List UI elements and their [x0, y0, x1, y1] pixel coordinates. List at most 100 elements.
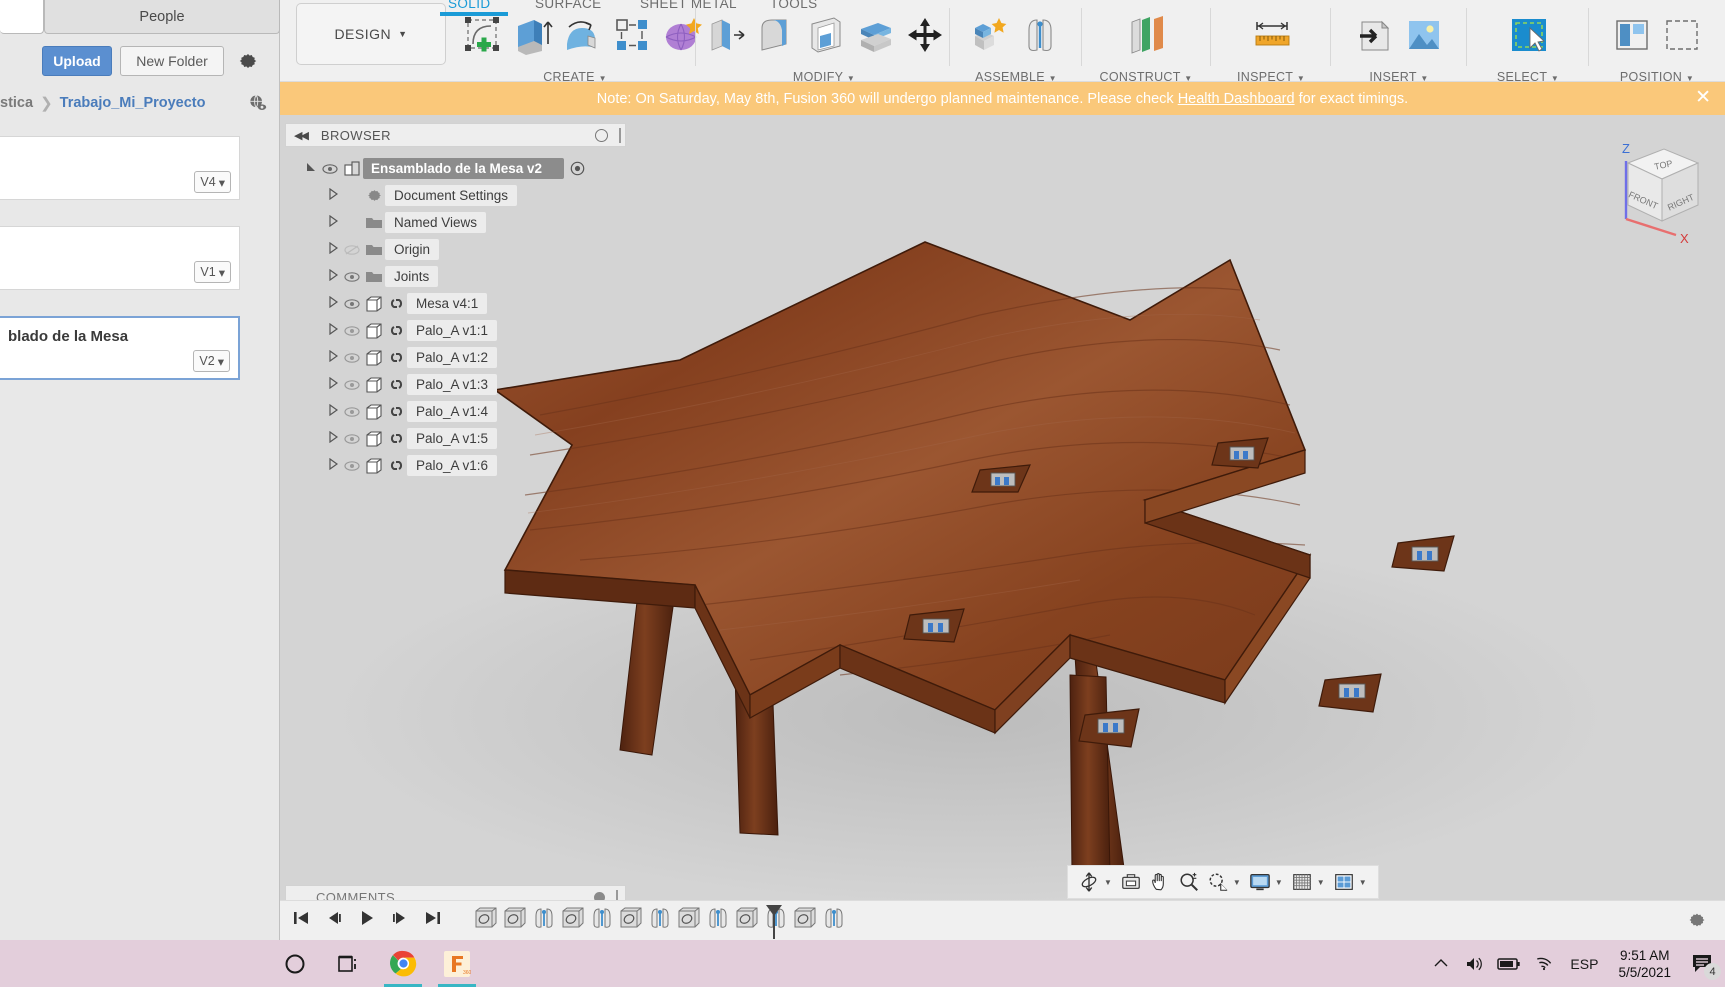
timeline-feature-joint[interactable]: [822, 906, 847, 935]
expand-triangle-icon[interactable]: [325, 295, 341, 311]
expand-triangle-icon[interactable]: [325, 403, 341, 419]
chrome-icon[interactable]: [376, 940, 430, 987]
shell-icon[interactable]: [804, 14, 848, 60]
timeline-marker[interactable]: [766, 905, 782, 939]
visibility-icon[interactable]: [341, 298, 363, 310]
cortana-circle-icon[interactable]: [268, 940, 322, 987]
close-icon[interactable]: ✕: [1695, 88, 1711, 107]
upload-button[interactable]: Upload: [42, 46, 112, 76]
notification-center-icon[interactable]: 4: [1681, 940, 1725, 987]
play-icon[interactable]: [358, 909, 376, 932]
timeline-feature-component[interactable]: [474, 906, 499, 935]
form-icon[interactable]: [660, 14, 704, 60]
measure-icon[interactable]: [1249, 14, 1293, 60]
version-chip[interactable]: V2 ▾: [193, 350, 230, 372]
visibility-icon[interactable]: [341, 379, 363, 391]
version-chip[interactable]: V4 ▾: [194, 171, 231, 193]
expand-triangle-icon[interactable]: [325, 430, 341, 446]
tab-sheet-metal[interactable]: SHEET METAL: [640, 0, 737, 11]
position-icon[interactable]: [1610, 14, 1654, 60]
tree-item-palo-a-6[interactable]: Palo_A v1:6: [285, 452, 630, 479]
timeline-feature-component[interactable]: [503, 906, 528, 935]
orbit-icon[interactable]: [1076, 869, 1102, 895]
visibility-icon[interactable]: [341, 406, 363, 418]
view-cube[interactable]: TOP FRONT RIGHT Z X: [1598, 135, 1713, 246]
list-item[interactable]: blado de la Mesa V2 ▾: [0, 316, 240, 380]
wifi-icon[interactable]: [1526, 940, 1560, 987]
breadcrumb-item-1[interactable]: Trabajo_Mi_Proyecto: [60, 95, 206, 111]
joint-icon[interactable]: [1019, 14, 1063, 60]
select-window-icon[interactable]: [1506, 14, 1550, 60]
pattern-icon[interactable]: [610, 14, 654, 60]
visibility-icon[interactable]: [319, 163, 341, 175]
tab-surface[interactable]: SURFACE: [535, 0, 602, 11]
browser-resize-handle[interactable]: [619, 127, 621, 143]
expand-triangle-icon[interactable]: [325, 268, 341, 284]
tree-item-origin[interactable]: Origin: [285, 236, 630, 263]
tab-people[interactable]: People: [44, 0, 280, 34]
list-item[interactable]: V1 ▾: [0, 226, 240, 290]
viewports-icon[interactable]: [1331, 869, 1357, 895]
skip-end-icon[interactable]: [424, 909, 442, 932]
position-dashed-icon[interactable]: [1660, 14, 1704, 60]
offset-plane-icon[interactable]: [1124, 14, 1168, 60]
visibility-off-icon[interactable]: [341, 244, 363, 256]
expand-triangle-icon[interactable]: [325, 187, 341, 203]
tree-item-palo-a-5[interactable]: Palo_A v1:5: [285, 425, 630, 452]
timeline-feature-component[interactable]: [561, 906, 586, 935]
chevron-down-icon[interactable]: ▼: [1104, 878, 1112, 887]
tree-item-palo-a-2[interactable]: Palo_A v1:2: [285, 344, 630, 371]
move-copy-icon[interactable]: [904, 14, 948, 60]
language-indicator[interactable]: ESP: [1560, 956, 1608, 972]
visibility-icon[interactable]: [341, 433, 363, 445]
tree-root[interactable]: Ensamblado de la Mesa v2: [285, 155, 630, 182]
tree-item-named-views[interactable]: Named Views: [285, 209, 630, 236]
pan-icon[interactable]: [1147, 869, 1173, 895]
chevron-down-icon[interactable]: ▼: [1317, 878, 1325, 887]
gear-icon[interactable]: [236, 49, 260, 73]
root-radio-icon[interactable]: [570, 161, 585, 176]
visibility-icon[interactable]: [341, 352, 363, 364]
expand-triangle-icon[interactable]: [325, 241, 341, 257]
expand-triangle-icon[interactable]: [303, 161, 319, 176]
clock[interactable]: 9:51 AM 5/5/2021: [1608, 947, 1681, 981]
timeline-feature-joint[interactable]: [532, 906, 557, 935]
expand-triangle-icon[interactable]: [325, 214, 341, 230]
chevron-down-icon[interactable]: ▼: [1359, 878, 1367, 887]
timeline-feature-component[interactable]: [735, 906, 760, 935]
tab-data[interactable]: [0, 0, 44, 34]
visibility-icon[interactable]: [341, 271, 363, 283]
extrude-icon[interactable]: [510, 14, 554, 60]
breadcrumb-item-0[interactable]: stica: [0, 95, 33, 111]
tab-tools[interactable]: TOOLS: [770, 0, 818, 11]
expand-triangle-icon[interactable]: [325, 349, 341, 365]
timeline-feature-joint[interactable]: [648, 906, 673, 935]
insert-image-icon[interactable]: [1402, 14, 1446, 60]
tree-item-palo-a-4[interactable]: Palo_A v1:4: [285, 398, 630, 425]
visibility-icon[interactable]: [341, 460, 363, 472]
step-back-icon[interactable]: [325, 909, 343, 932]
timeline-feature-component[interactable]: [677, 906, 702, 935]
volume-icon[interactable]: [1458, 940, 1492, 987]
timeline-feature-joint[interactable]: [706, 906, 731, 935]
timeline-feature-component[interactable]: [619, 906, 644, 935]
browser-header[interactable]: ◀◀ BROWSER: [285, 123, 626, 147]
display-settings-icon[interactable]: [1247, 869, 1273, 895]
tree-item-document-settings[interactable]: Document Settings: [285, 182, 630, 209]
task-view-icon[interactable]: [322, 940, 376, 987]
revolve-icon[interactable]: [560, 14, 604, 60]
tree-item-joints[interactable]: Joints: [285, 263, 630, 290]
press-pull-icon[interactable]: [704, 14, 748, 60]
skip-start-icon[interactable]: [292, 909, 310, 932]
timeline-settings-gear-icon[interactable]: [1687, 910, 1707, 935]
offset-face-icon[interactable]: [854, 14, 898, 60]
fusion360-icon[interactable]: 360: [430, 940, 484, 987]
list-item[interactable]: V4 ▾: [0, 136, 240, 200]
timeline-feature-component[interactable]: [793, 906, 818, 935]
tree-item-mesa[interactable]: Mesa v4:1: [285, 290, 630, 317]
timeline-feature-joint[interactable]: [590, 906, 615, 935]
new-component-icon[interactable]: [969, 14, 1013, 60]
expand-triangle-icon[interactable]: [325, 376, 341, 392]
step-forward-icon[interactable]: [391, 909, 409, 932]
create-sketch-icon[interactable]: [460, 14, 504, 60]
